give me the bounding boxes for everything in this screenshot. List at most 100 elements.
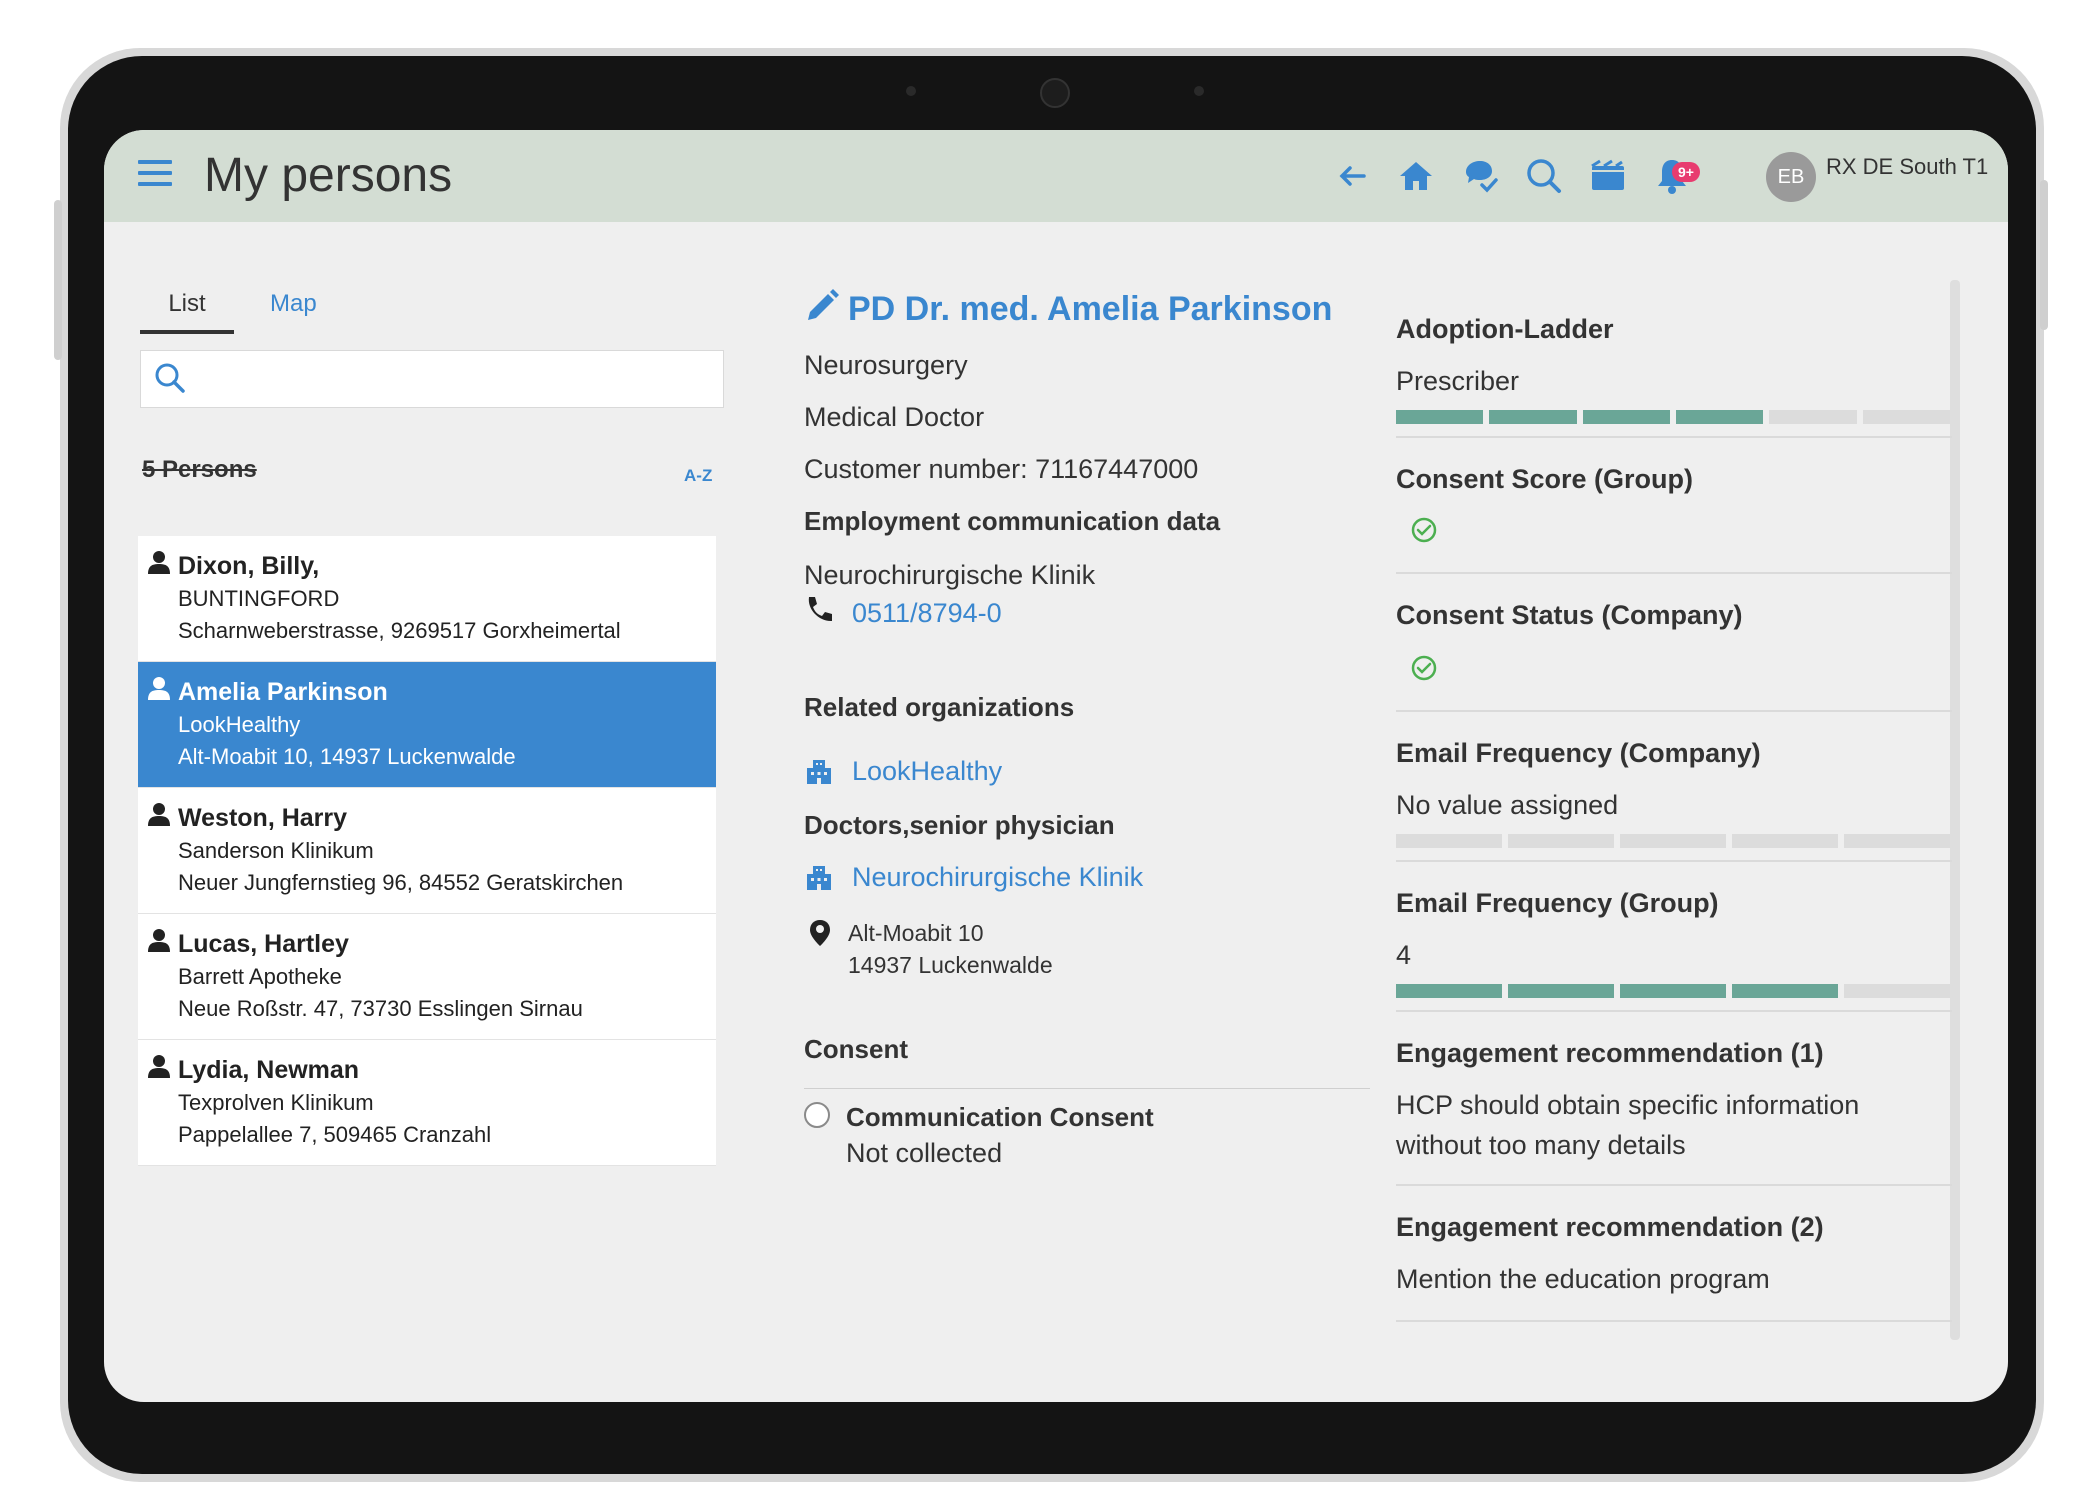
ladder-segment — [1396, 410, 1484, 424]
consent-radio[interactable] — [804, 1102, 830, 1128]
adoption-ladder-bar — [1396, 410, 1950, 424]
email-frequency-group-bar — [1396, 984, 1950, 998]
person-icon — [148, 551, 170, 574]
phone-link[interactable]: 0511/8794-0 — [852, 598, 1002, 629]
ladder-segment — [1582, 410, 1670, 424]
list-item[interactable]: Dixon, Billy, BUNTINGFORD Scharnweberstr… — [138, 536, 716, 662]
person-icon — [148, 803, 170, 826]
person-title: PD Dr. med. Amelia Parkinson — [848, 290, 1333, 328]
person-list: Dixon, Billy, BUNTINGFORD Scharnweberstr… — [138, 536, 716, 1166]
divider — [804, 1088, 1370, 1089]
specialty: Neurosurgery — [804, 350, 968, 380]
account-name[interactable]: RX DE South T1 — [1826, 154, 1988, 180]
ladder-segment — [1862, 410, 1950, 424]
ladder-segment — [1844, 984, 1950, 998]
customer-number: Customer number: 71167447000 — [804, 454, 1199, 484]
person-org: Barrett Apotheke — [178, 964, 342, 989]
divider — [1396, 1010, 1952, 1012]
search-icon — [155, 363, 185, 393]
role: Medical Doctor — [804, 402, 985, 432]
person-icon — [148, 1055, 170, 1078]
engagement-rec-1-line: without too many details — [1396, 1130, 1686, 1160]
persons-count: 5 Persons — [142, 456, 257, 483]
consent-status-label: Consent Status (Company) — [1396, 600, 1743, 630]
tab-map[interactable]: Map — [270, 290, 317, 318]
search-field — [140, 350, 724, 408]
divider — [1396, 1320, 1952, 1322]
divider — [1396, 710, 1952, 712]
adoption-ladder-value: Prescriber — [1396, 366, 1520, 396]
divider — [1396, 572, 1952, 574]
check-circle-icon — [1411, 517, 1437, 543]
ladder-segment — [1508, 834, 1614, 848]
email-frequency-company-value: No value assigned — [1396, 790, 1619, 820]
ladder-segment — [1769, 410, 1857, 424]
consent-score-label: Consent Score (Group) — [1396, 464, 1694, 494]
email-frequency-group-label: Email Frequency (Group) — [1396, 888, 1719, 918]
consent-heading: Consent — [804, 1034, 908, 1064]
address-line1: Alt-Moabit 10 — [848, 920, 984, 946]
notification-badge: 9+ — [1672, 162, 1700, 182]
person-name: Lucas, Hartley — [178, 930, 349, 958]
related-org-link[interactable]: LookHealthy — [852, 756, 1002, 787]
engagement-rec-2-value: Mention the education program — [1396, 1264, 1770, 1294]
check-circle-icon — [1411, 655, 1437, 681]
ladder-segment — [1620, 984, 1726, 998]
ladder-segment — [1489, 410, 1577, 424]
location-pin-icon — [810, 920, 830, 946]
ladder-segment — [1620, 834, 1726, 848]
engagement-rec-1-label: Engagement recommendation (1) — [1396, 1038, 1824, 1068]
ladder-segment — [1732, 984, 1838, 998]
person-org: LookHealthy — [178, 712, 301, 737]
related-org-link[interactable]: Neurochirurgische Klinik — [852, 862, 1143, 893]
phone-icon — [808, 597, 832, 622]
list-item[interactable]: Lydia, Newman Texprolven Klinikum Pappel… — [138, 1040, 716, 1166]
related-orgs-heading: Related organizations — [804, 692, 1075, 722]
ladder-segment — [1844, 834, 1950, 848]
list-item[interactable]: Lucas, Hartley Barrett Apotheke Neue Roß… — [138, 914, 716, 1040]
search-icon[interactable] — [1522, 154, 1566, 198]
sensor-dot — [906, 86, 916, 96]
consent-value: Not collected — [846, 1138, 1003, 1168]
adoption-ladder-label: Adoption-Ladder — [1396, 314, 1614, 344]
camera — [1040, 78, 1070, 108]
person-name: Amelia Parkinson — [178, 678, 388, 706]
engagement-rec-2-label: Engagement recommendation (2) — [1396, 1212, 1824, 1242]
edit-icon[interactable] — [804, 288, 840, 324]
consent-label: Communication Consent — [846, 1102, 1154, 1132]
tab-list[interactable]: List — [140, 290, 234, 334]
search-input[interactable] — [197, 359, 711, 401]
person-org: BUNTINGFORD — [178, 586, 340, 611]
email-frequency-company-label: Email Frequency (Company) — [1396, 738, 1761, 768]
page-title: My persons — [204, 149, 453, 202]
person-name: Weston, Harry — [178, 804, 348, 832]
person-name: Lydia, Newman — [178, 1056, 360, 1084]
ladder-segment — [1396, 834, 1502, 848]
person-icon — [148, 677, 170, 700]
building-icon — [807, 760, 831, 784]
side-button — [2040, 180, 2048, 330]
menu-icon[interactable] — [138, 160, 172, 186]
avatar[interactable]: EB — [1766, 152, 1816, 202]
calendar-icon[interactable] — [1586, 154, 1630, 198]
ladder-segment — [1675, 410, 1764, 424]
ladder-segment — [1396, 984, 1502, 998]
back-arrow-icon[interactable] — [1330, 154, 1374, 198]
divider — [1396, 860, 1952, 862]
divider — [1396, 1184, 1952, 1186]
person-org: Sanderson Klinikum — [178, 838, 374, 863]
sort-button[interactable]: A-Z — [684, 466, 712, 486]
list-item[interactable]: Weston, Harry Sanderson Klinikum Neuer J… — [138, 788, 716, 914]
address-line2: 14937 Luckenwalde — [848, 952, 1053, 978]
person-name: Dixon, Billy, — [178, 552, 320, 580]
chat-check-icon[interactable] — [1458, 154, 1502, 198]
home-icon[interactable] — [1394, 154, 1438, 198]
employment-heading: Employment communication data — [804, 506, 1221, 536]
employment-org: Neurochirurgische Klinik — [804, 560, 1096, 590]
position-heading: Doctors,senior physician — [804, 810, 1115, 840]
scrollbar[interactable] — [1950, 280, 1960, 1340]
sensor-dot — [1194, 86, 1204, 96]
engagement-rec-1-line: HCP should obtain specific information — [1396, 1090, 1860, 1120]
list-item-selected[interactable]: Amelia Parkinson LookHealthy Alt-Moabit … — [138, 662, 716, 788]
person-address: Neuer Jungfernstieg 96, 84552 Geratskirc… — [178, 870, 624, 895]
